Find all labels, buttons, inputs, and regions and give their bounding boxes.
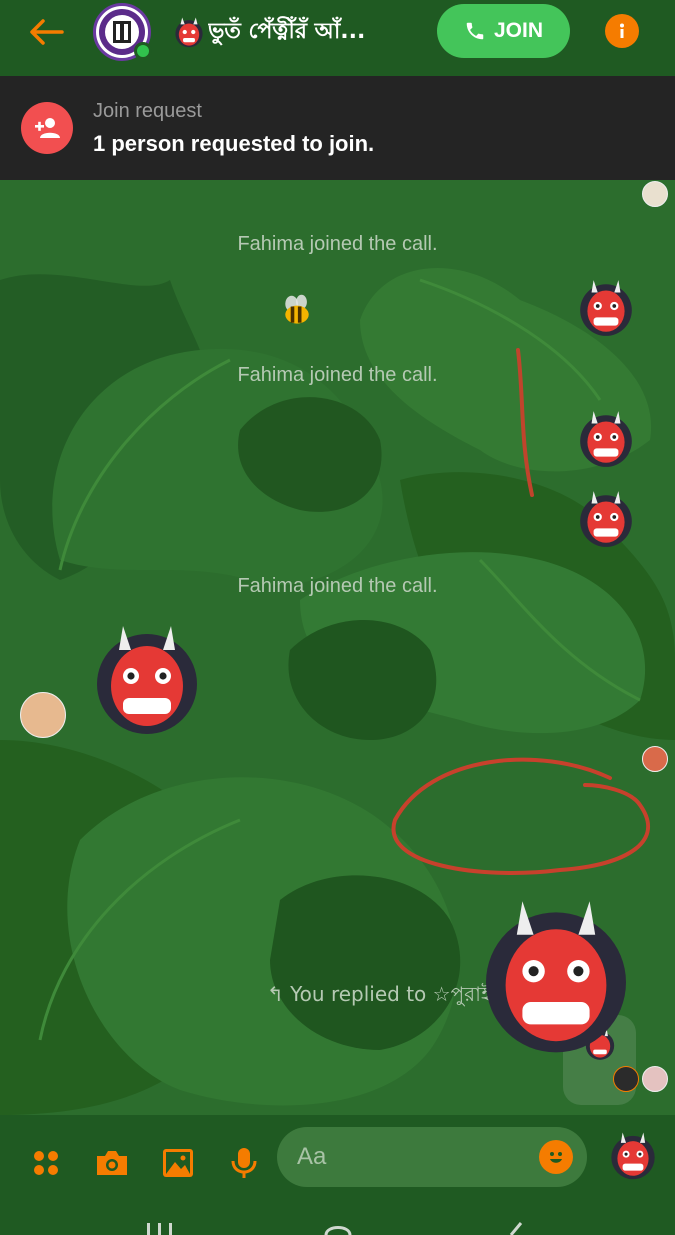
- ogre-sticker-large[interactable]: [472, 890, 640, 1058]
- seen-avatar: [642, 746, 668, 772]
- seen-avatar: [642, 1066, 668, 1092]
- gallery-icon: [163, 1149, 193, 1177]
- microphone-icon: [231, 1148, 257, 1178]
- back-arrow-icon: [30, 19, 64, 45]
- sender-avatar[interactable]: [20, 692, 66, 738]
- ogre-sticker[interactable]: [575, 276, 637, 338]
- join-request-title: Join request: [93, 100, 202, 122]
- join-request-text: 1 person requested to join.: [93, 131, 375, 156]
- phone-icon: [466, 22, 484, 40]
- recent-apps-icon[interactable]: [145, 1221, 175, 1235]
- ogre-sticker-send-button[interactable]: [607, 1129, 659, 1181]
- seen-avatar: [613, 1066, 639, 1092]
- ogre-emoji-icon: [175, 17, 203, 48]
- gallery-button[interactable]: [158, 1143, 198, 1183]
- seen-avatar: [642, 181, 668, 207]
- emoji-icon: [550, 1152, 562, 1163]
- ogre-sticker[interactable]: [575, 487, 637, 549]
- chat-area[interactable]: Fahima joined the call. Fahima joined th…: [0, 180, 675, 1115]
- camera-icon: [97, 1151, 127, 1175]
- join-label: JOIN: [493, 19, 543, 42]
- chat-header: ভুতঁ পেঁত্নীঁরঁ আঁ... JOIN: [0, 0, 675, 76]
- online-status-dot: [134, 42, 152, 60]
- add-person-icon: [21, 102, 73, 154]
- emoji-button[interactable]: [539, 1140, 573, 1174]
- voice-button[interactable]: [224, 1143, 264, 1183]
- system-nav-bar: [0, 1205, 675, 1235]
- system-message: Fahima joined the call.: [237, 364, 438, 386]
- back-button[interactable]: [22, 14, 70, 50]
- bee-emoji: [285, 294, 309, 324]
- camera-button[interactable]: [92, 1143, 132, 1183]
- message-input[interactable]: [297, 1139, 527, 1175]
- apps-icon: [34, 1151, 58, 1175]
- ogre-sticker[interactable]: [575, 407, 637, 469]
- system-message: Fahima joined the call.: [237, 233, 438, 255]
- nav-back-icon[interactable]: [505, 1221, 525, 1235]
- message-input-box[interactable]: [277, 1127, 587, 1187]
- chat-title[interactable]: ভুতঁ পেঁত্নীঁরঁ আঁ...: [172, 12, 422, 52]
- info-button[interactable]: [605, 14, 639, 48]
- apps-button[interactable]: [26, 1143, 66, 1183]
- info-icon: [620, 23, 624, 38]
- system-message: Fahima joined the call.: [237, 575, 438, 597]
- home-icon[interactable]: [323, 1221, 353, 1235]
- reply-arrow-icon: ↰: [267, 982, 291, 1006]
- chat-title-text: ভুতঁ পেঁত্নীঁরঁ আঁ...: [208, 18, 366, 44]
- ogre-sticker-large[interactable]: [87, 618, 207, 738]
- join-request-banner[interactable]: Join request 1 person requested to join.: [0, 76, 675, 180]
- join-call-button[interactable]: JOIN: [437, 4, 570, 58]
